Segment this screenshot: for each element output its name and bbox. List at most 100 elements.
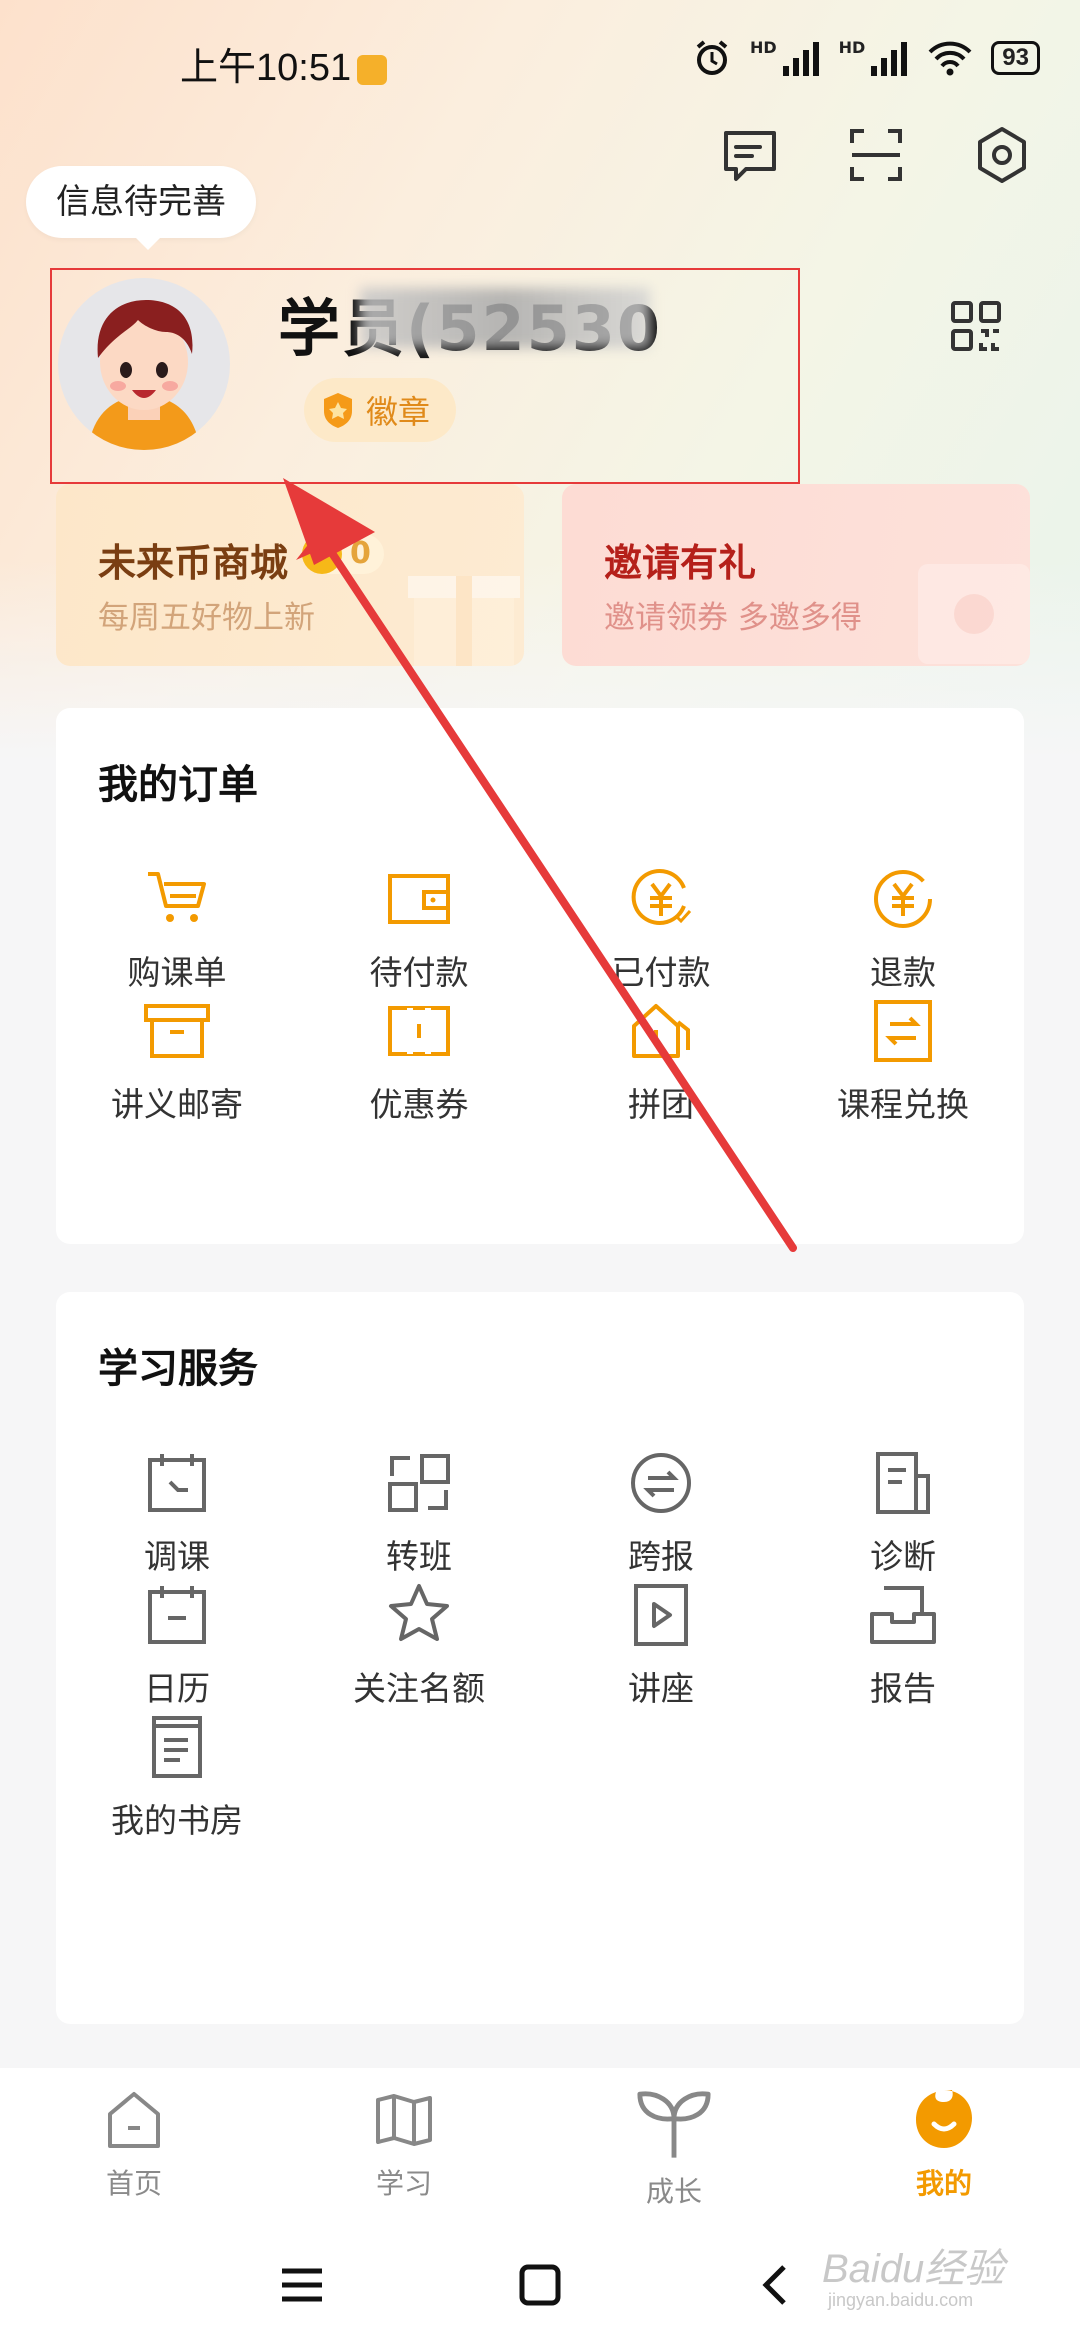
sprout-icon: [637, 2091, 711, 2158]
cross-circle-icon: [631, 1453, 691, 1513]
calendar-icon: [148, 1586, 206, 1644]
service-transfer-label: 转班: [386, 1537, 452, 1576]
home-button-icon[interactable]: [500, 2245, 580, 2325]
service-follow-quota-label: 关注名额: [353, 1669, 485, 1708]
service-transfer[interactable]: 转班: [298, 1448, 540, 1578]
signal-icon-2: [871, 42, 908, 76]
exchange-icon: [874, 1000, 932, 1062]
yuan-refund-icon: [874, 870, 932, 928]
order-cart[interactable]: 购课单: [56, 864, 298, 994]
status-time: 上午10:51: [180, 36, 388, 91]
service-calendar[interactable]: 日历: [56, 1580, 298, 1710]
service-bookshelf[interactable]: 我的书房: [56, 1712, 298, 1842]
service-calendar-label: 日历: [144, 1669, 210, 1708]
profile-incomplete-tooltip[interactable]: 信息待完善: [26, 166, 256, 250]
nav-me[interactable]: 我的: [844, 2088, 1044, 2202]
book-open-icon: [376, 2094, 432, 2146]
coupon-icon: [388, 1006, 450, 1056]
transfer-icon: [388, 1454, 450, 1512]
order-group[interactable]: 拼团: [540, 996, 782, 1126]
signal-icon-1: [782, 42, 819, 76]
service-diagnosis-label: 诊断: [870, 1537, 936, 1576]
group-house-icon: [632, 1004, 690, 1058]
home-icon: [108, 2092, 160, 2148]
watermark: Baidu经验 jingyan.baidu.com: [822, 2236, 1004, 2311]
order-mailing-label: 讲义邮寄: [111, 1085, 243, 1124]
service-report[interactable]: 报告: [782, 1580, 1024, 1710]
yuan-check-icon: [631, 869, 692, 925]
settings-icon[interactable]: [972, 125, 1032, 185]
order-exchange[interactable]: 课程兑换: [782, 996, 1024, 1126]
calendar-arrow-icon: [148, 1454, 206, 1512]
top-actions: [720, 125, 1032, 185]
notification-icon: [357, 54, 388, 85]
service-cross-enroll[interactable]: 跨报: [540, 1448, 782, 1578]
play-icon: [634, 1584, 688, 1646]
coin-icon: [302, 534, 342, 574]
order-refund[interactable]: 退款: [782, 864, 1024, 994]
services-title: 学习服务: [98, 1346, 258, 1392]
coin-value: 0: [350, 536, 371, 571]
back-icon[interactable]: [738, 2245, 818, 2325]
order-paid-label: 已付款: [611, 953, 711, 992]
tray-icon: [870, 1586, 936, 1644]
network-hd-1: HD: [749, 38, 777, 57]
orders-title: 我的订单: [98, 762, 258, 808]
message-icon[interactable]: [720, 125, 780, 185]
me-icon: [916, 2090, 972, 2148]
coin-mall-subtitle: 每周五好物上新: [98, 600, 315, 636]
nav-study[interactable]: 学习: [304, 2088, 504, 2202]
order-coupon[interactable]: 优惠券: [298, 996, 540, 1126]
wifi-icon: [928, 41, 972, 76]
order-coupon-label: 优惠券: [369, 1085, 469, 1124]
invite-title: 邀请有礼: [604, 541, 757, 585]
order-paid[interactable]: 已付款: [540, 864, 782, 994]
invite-subtitle: 邀请领券 多邀多得: [604, 600, 862, 636]
order-pending-label: 待付款: [369, 953, 469, 992]
status-icons: HD HD 93: [692, 38, 1040, 78]
cart-icon: [148, 872, 206, 922]
order-mailing[interactable]: 讲义邮寄: [56, 996, 298, 1126]
envelope-icon: [918, 564, 1030, 664]
coin-mall-title: 未来币商城: [98, 541, 289, 585]
alarm-icon: [696, 40, 728, 75]
service-follow-quota[interactable]: 关注名额: [298, 1580, 540, 1710]
order-pending[interactable]: 待付款: [298, 864, 540, 994]
service-cross-enroll-label: 跨报: [628, 1537, 694, 1576]
order-exchange-label: 课程兑换: [837, 1085, 969, 1124]
services-section: 学习服务 调课 转班 跨报 诊断 日历 关注名额 讲座 报告 我的书房: [56, 1292, 1024, 2024]
service-reschedule-label: 调课: [144, 1537, 210, 1576]
scan-icon[interactable]: [846, 125, 906, 185]
service-bookshelf-label: 我的书房: [111, 1801, 243, 1840]
nav-me-label: 我的: [915, 2167, 972, 2200]
nav-growth-label: 成长: [645, 2175, 702, 2208]
status-time-text: 上午10:51: [180, 47, 352, 89]
wallet-icon: [388, 874, 450, 924]
document-icon: [876, 1452, 930, 1514]
nav-growth[interactable]: 成长: [574, 2082, 774, 2210]
box-icon: [144, 1004, 210, 1058]
order-group-label: 拼团: [628, 1085, 694, 1124]
menu-icon[interactable]: [262, 2245, 342, 2325]
qr-code-icon[interactable]: [950, 300, 1002, 352]
service-reschedule[interactable]: 调课: [56, 1448, 298, 1578]
profile-highlight-box: [50, 268, 800, 484]
service-report-label: 报告: [870, 1669, 936, 1708]
invite-card[interactable]: 邀请有礼 邀请领券 多邀多得: [562, 484, 1030, 666]
nav-study-label: 学习: [375, 2167, 432, 2200]
service-diagnosis[interactable]: 诊断: [782, 1448, 1024, 1578]
order-cart-label: 购课单: [127, 953, 227, 992]
star-icon: [389, 1584, 449, 1641]
watermark-text: Baidu经验: [822, 2247, 1005, 2291]
watermark-subtext: jingyan.baidu.com: [828, 2290, 974, 2310]
service-lecture[interactable]: 讲座: [540, 1580, 782, 1710]
coin-balance: 0: [302, 534, 384, 574]
nav-home-label: 首页: [105, 2167, 162, 2200]
gift-icon: [408, 576, 520, 666]
coin-mall-card[interactable]: 未来币商城 0 每周五好物上新: [56, 484, 524, 666]
nav-home[interactable]: 首页: [34, 2088, 234, 2202]
book-icon: [152, 1716, 202, 1778]
order-refund-label: 退款: [870, 953, 936, 992]
battery-indicator: 93: [991, 41, 1040, 75]
service-lecture-label: 讲座: [628, 1669, 694, 1708]
